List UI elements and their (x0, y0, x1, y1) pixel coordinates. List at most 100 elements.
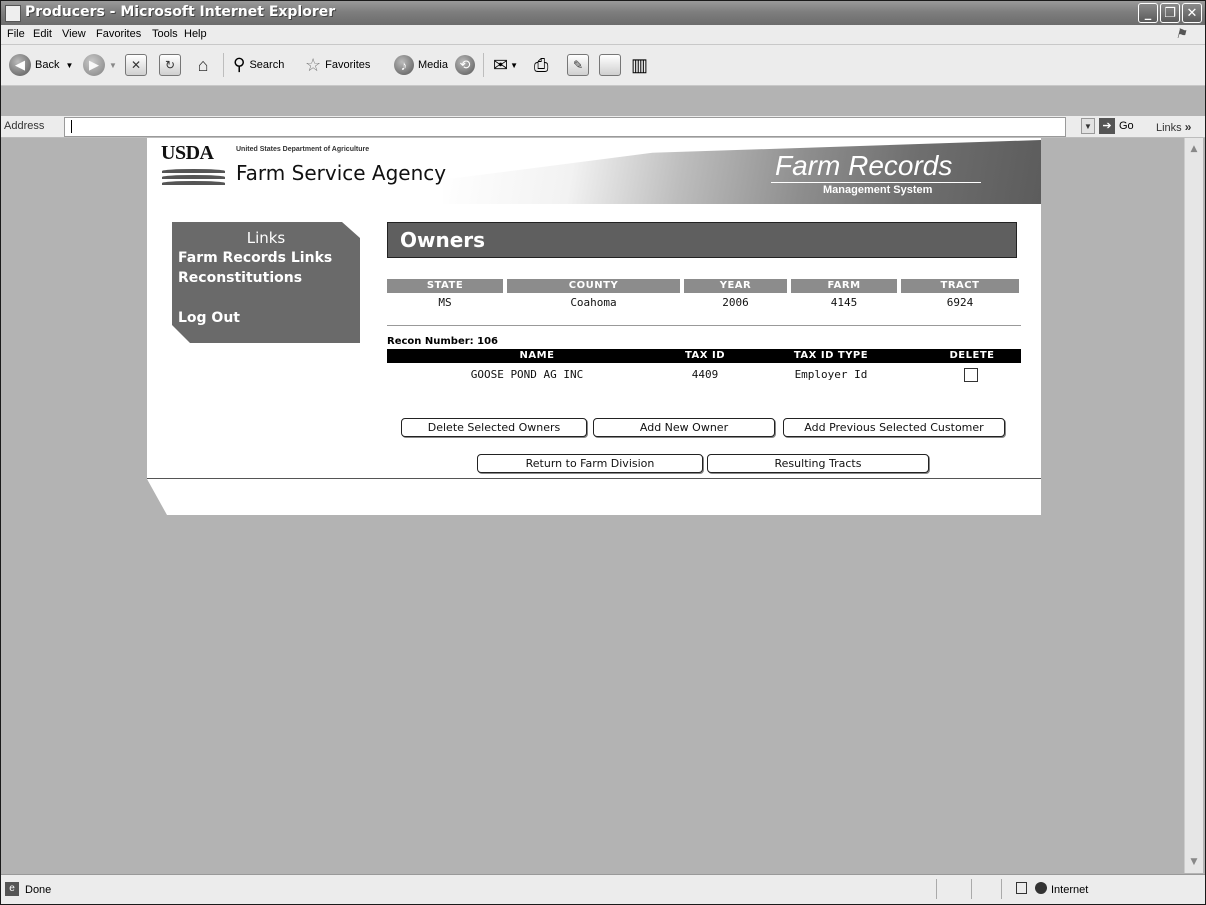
back-label: Back (35, 59, 60, 71)
media-icon: ♪ (394, 55, 414, 75)
toolbar-divider (223, 53, 224, 77)
back-arrow-icon: ◀ (9, 54, 31, 76)
minimize-button[interactable]: _ (1138, 3, 1158, 23)
stop-button[interactable]: ✕ (125, 52, 147, 78)
print-button[interactable]: ⎙ (534, 52, 548, 78)
address-dropdown-button[interactable]: ▼ (1081, 118, 1095, 134)
menu-tools[interactable]: Tools (152, 28, 178, 40)
farm-value: 4145 (830, 296, 858, 309)
media-button[interactable]: ♪ Media (394, 52, 448, 78)
col-header-state: STATE (387, 279, 503, 293)
scroll-down-icon[interactable]: ▼ (1187, 855, 1201, 869)
maximize-button[interactable]: ❐ (1160, 3, 1180, 23)
delete-selected-owners-button[interactable]: Delete Selected Owners (401, 418, 587, 437)
back-button[interactable]: ◀ Back ▼ (9, 52, 73, 78)
browser-window: Producers - Microsoft Internet Explorer … (0, 0, 1206, 905)
globe-icon (1035, 882, 1047, 894)
menu-bar: File Edit View Favorites Tools Help ⚑ (1, 25, 1205, 45)
windows-flag-icon: ⚑ (1175, 26, 1187, 41)
resulting-tracts-button[interactable]: Resulting Tracts (707, 454, 929, 473)
media-label: Media (418, 59, 448, 71)
history-button[interactable]: ⟲ (455, 52, 479, 78)
forward-arrow-icon: ▶ (83, 54, 105, 76)
title-underline (771, 182, 981, 183)
vertical-scrollbar[interactable]: ▲ ▼ (1184, 138, 1203, 873)
col-header-county: COUNTY (507, 279, 680, 293)
page-title-bar: Owners (387, 222, 1017, 258)
page-viewport: USDA United States Department of Agricul… (1, 138, 1184, 873)
col-header-tract: TRACT (901, 279, 1019, 293)
recon-number: Recon Number: 106 (387, 336, 499, 347)
links-label: Links (1156, 122, 1182, 134)
search-label: Search (249, 59, 285, 71)
refresh-button[interactable]: ↻ (159, 52, 181, 78)
sidebar-item-log-out[interactable]: Log Out (178, 310, 240, 326)
scroll-up-icon[interactable]: ▲ (1187, 142, 1201, 156)
security-zone: Internet (1051, 884, 1089, 896)
sidebar-item-farm-records-links[interactable]: Farm Records Links (178, 250, 332, 266)
tract-value: 6924 (946, 296, 974, 309)
usda-logo-stripe (162, 175, 225, 179)
address-label: Address (4, 120, 45, 132)
mail-button[interactable]: ✉ ▼ (493, 52, 518, 78)
sidebar-item-reconstitutions[interactable]: Reconstitutions (178, 270, 302, 286)
delete-owner-checkbox[interactable] (964, 368, 978, 382)
menu-view[interactable]: View (62, 28, 86, 40)
col-header-delete: DELETE (949, 350, 995, 361)
add-previous-selected-customer-button[interactable]: Add Previous Selected Customer (783, 418, 1005, 437)
owner-tax-id-type: Employer Id (794, 368, 868, 381)
discuss-button[interactable] (599, 52, 621, 78)
address-input[interactable] (64, 117, 1066, 137)
department-name: United States Department of Agriculture (236, 146, 370, 153)
usda-logo: USDA (161, 142, 214, 164)
menu-help[interactable]: Help (184, 28, 207, 40)
return-to-farm-division-button[interactable]: Return to Farm Division (477, 454, 703, 473)
search-icon: ⚲ (233, 55, 246, 74)
menu-edit[interactable]: Edit (33, 28, 52, 40)
usda-logo-stripe (162, 169, 225, 173)
agency-banner: USDA United States Department of Agricul… (147, 138, 1041, 204)
edit-button[interactable]: ✎ (567, 52, 589, 78)
page-footer (147, 478, 1041, 515)
menu-favorites[interactable]: Favorites (96, 28, 141, 40)
links-toolbar-button[interactable]: Links » (1156, 120, 1191, 134)
home-button[interactable]: ⌂ (193, 52, 213, 78)
go-arrow-icon: ➔ (1099, 118, 1115, 134)
footer-bevel (147, 479, 167, 515)
col-header-name: NAME (519, 350, 555, 361)
forward-button[interactable]: ▶ ▼ (83, 52, 117, 78)
year-value: 2006 (722, 296, 749, 309)
toolbar-divider (483, 53, 484, 77)
add-new-owner-button[interactable]: Add New Owner (593, 418, 775, 437)
favorites-label: Favorites (325, 59, 371, 71)
status-divider (971, 879, 972, 899)
title-bar: Producers - Microsoft Internet Explorer … (1, 1, 1205, 25)
home-icon: ⌂ (197, 54, 209, 75)
page-content: USDA United States Department of Agricul… (147, 138, 1041, 515)
status-bar: e Done Internet (1, 874, 1205, 904)
status-divider (936, 879, 937, 899)
close-button[interactable]: ✕ (1182, 3, 1202, 23)
county-value: Coahoma (570, 296, 617, 309)
favorites-button[interactable]: ☆ Favorites (305, 52, 370, 78)
go-button[interactable]: ➔ Go (1099, 118, 1134, 134)
owner-name: GOOSE POND AG INC (470, 368, 584, 381)
edit-icon: ✎ (567, 54, 589, 76)
col-header-tax-id-type: TAX ID TYPE (793, 350, 869, 361)
lock-icon (1016, 882, 1027, 894)
text-caret (71, 120, 72, 133)
sidebar-title: Links (246, 229, 286, 247)
chevron-down-icon: ▼ (510, 60, 519, 70)
history-icon: ⟲ (455, 55, 475, 75)
discuss-icon (599, 54, 621, 76)
usda-logo-stripe (162, 181, 225, 185)
agency-name: Farm Service Agency (236, 161, 447, 185)
divider (387, 325, 1021, 326)
menu-file[interactable]: File (7, 28, 25, 40)
chevron-more-icon: » (1184, 120, 1192, 134)
ie-page-icon (5, 5, 21, 22)
search-button[interactable]: ⚲ Search (233, 52, 284, 78)
col-header-farm: FARM (791, 279, 897, 293)
status-text: Done (25, 884, 52, 896)
research-button[interactable]: ▥ (631, 52, 648, 78)
